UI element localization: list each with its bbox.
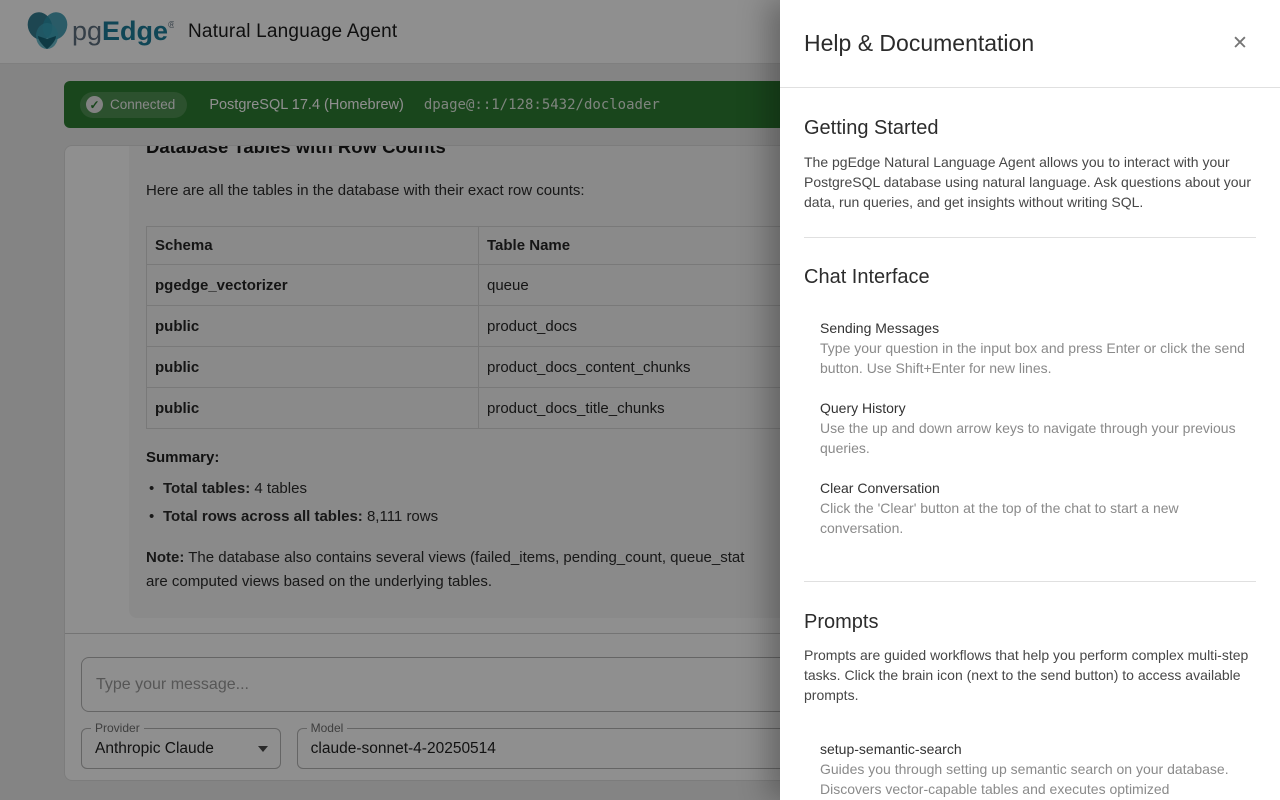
divider <box>804 581 1256 582</box>
help-item-title: setup-semantic-search <box>820 739 1256 759</box>
help-item-desc: Use the up and down arrow keys to naviga… <box>820 418 1256 458</box>
section-heading-getting-started: Getting Started <box>804 114 1256 142</box>
prompts-items: setup-semantic-search Guides you through… <box>820 739 1256 799</box>
close-icon[interactable]: ✕ <box>1220 24 1260 64</box>
divider <box>804 237 1256 238</box>
section-heading-prompts: Prompts <box>804 608 1256 636</box>
help-panel-header: Help & Documentation ✕ <box>780 0 1280 88</box>
app-window: pgEdge® Natural Language Agent ✓ Connect… <box>0 0 1280 800</box>
chat-interface-items: Sending Messages Type your question in t… <box>820 318 1256 538</box>
getting-started-text: The pgEdge Natural Language Agent allows… <box>804 152 1256 212</box>
help-item-desc: Type your question in the input box and … <box>820 338 1256 378</box>
help-item-title: Clear Conversation <box>820 478 1256 498</box>
help-item-title: Query History <box>820 398 1256 418</box>
help-panel-title: Help & Documentation <box>804 30 1220 57</box>
help-item-title: Sending Messages <box>820 318 1256 338</box>
section-heading-chat-interface: Chat Interface <box>804 263 1256 291</box>
help-panel: Help & Documentation ✕ Getting Started T… <box>780 0 1280 800</box>
help-item-desc: Click the 'Clear' button at the top of t… <box>820 498 1256 538</box>
help-panel-body[interactable]: Getting Started The pgEdge Natural Langu… <box>780 88 1280 799</box>
prompts-text: Prompts are guided workflows that help y… <box>804 645 1256 705</box>
help-item-desc: Guides you through setting up semantic s… <box>820 759 1256 799</box>
